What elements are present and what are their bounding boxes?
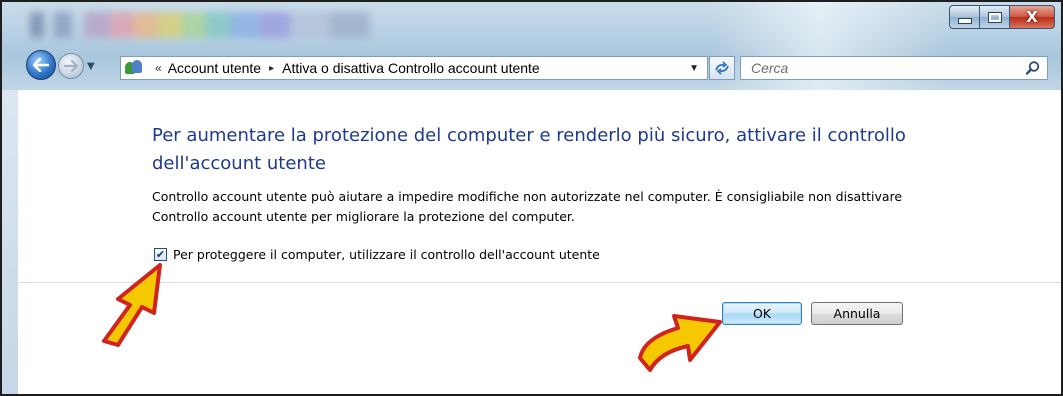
ok-button[interactable]: OK [722,302,802,325]
address-dropdown-icon[interactable]: ▼ [689,63,699,74]
separator-line [18,282,1061,283]
window-chrome: X ▼ « Account utente ▸ Attiva o disattiv… [2,2,1061,90]
navigation-pane-edge [2,90,18,394]
maximize-icon [987,11,1002,23]
page-description: Controllo account utente può aiutare a i… [152,189,903,224]
search-box[interactable] [740,56,1048,80]
annotation-arrow-checkbox [102,263,162,347]
cancel-button[interactable]: Annulla [811,302,903,325]
uac-checkbox-label[interactable]: Per proteggere il computer, utilizzare i… [173,247,600,262]
breadcrumb-current-page[interactable]: Attiva o disattiva Controllo account ute… [282,60,540,76]
annotation-arrow-ok [638,314,722,372]
address-bar[interactable]: « Account utente ▸ Attiva o disattiva Co… [120,56,708,80]
back-arrow-icon [33,58,49,72]
forward-button[interactable] [58,53,84,79]
control-panel-window: X ▼ « Account utente ▸ Attiva o disattiv… [0,0,1063,396]
breadcrumb-overflow[interactable]: « [155,61,162,75]
blurred-taskbar-icons [30,12,370,38]
search-icon[interactable] [1025,60,1041,76]
search-input[interactable] [751,60,1001,76]
breadcrumb-account-utente[interactable]: Account utente [168,60,261,76]
page-title: Per aumentare la protezione del computer… [152,125,906,174]
minimize-icon [957,18,972,24]
user-accounts-icon [125,60,143,76]
uac-checkbox-row[interactable]: ✔ Per proteggere il computer, utilizzare… [154,247,600,262]
maximize-button[interactable] [979,5,1009,29]
content-area: Per aumentare la protezione del computer… [18,92,1061,394]
breadcrumb-separator-icon[interactable]: ▸ [269,63,274,74]
forward-arrow-icon [64,60,78,72]
close-button[interactable]: X [1009,5,1055,29]
back-button[interactable] [26,50,56,80]
close-icon: X [1026,8,1038,26]
refresh-button[interactable] [709,56,735,80]
caption-buttons: X [949,5,1055,31]
recent-pages-dropdown[interactable]: ▼ [87,61,95,72]
minimize-button[interactable] [949,5,979,29]
refresh-icon [715,61,729,75]
